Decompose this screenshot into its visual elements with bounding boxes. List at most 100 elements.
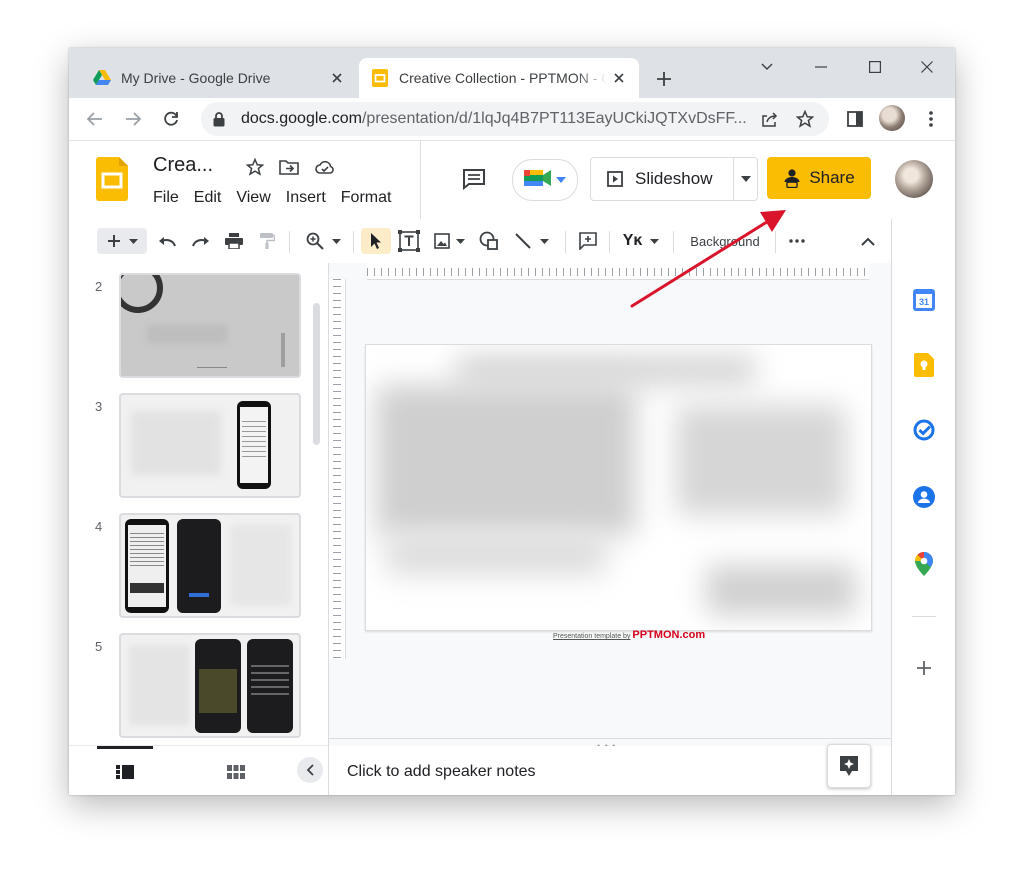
browser-profile-avatar[interactable] bbox=[879, 105, 905, 131]
move-to-folder-icon[interactable] bbox=[277, 155, 301, 179]
forward-button[interactable] bbox=[119, 105, 147, 133]
comments-icon[interactable] bbox=[459, 165, 489, 193]
side-panel-toggle-icon[interactable] bbox=[841, 105, 869, 133]
image-icon bbox=[433, 233, 450, 249]
browser-menu-icon[interactable] bbox=[917, 105, 945, 133]
back-button[interactable] bbox=[81, 105, 109, 133]
slide-canvas[interactable]: Presentation template by PPTMON.com bbox=[329, 263, 891, 738]
filmstrip-scrollbar[interactable] bbox=[313, 303, 320, 445]
menu-file[interactable]: File bbox=[147, 187, 185, 209]
slide-number: 5 bbox=[95, 639, 103, 654]
browser-window: My Drive - Google Drive Creative Collect… bbox=[69, 48, 955, 795]
new-tab-button[interactable] bbox=[649, 64, 679, 94]
google-keep-icon[interactable] bbox=[910, 351, 938, 379]
paint-format-icon[interactable] bbox=[255, 228, 279, 254]
toolbar-divider bbox=[609, 231, 610, 253]
toolbar-divider bbox=[289, 231, 290, 253]
chevron-left-icon bbox=[306, 764, 314, 776]
horizontal-ruler bbox=[367, 263, 869, 280]
close-window-button[interactable] bbox=[905, 54, 949, 80]
slide-footer-credit: Presentation template by PPTMON.com bbox=[553, 629, 705, 641]
speaker-notes[interactable]: Click to add speaker notes bbox=[329, 746, 891, 795]
share-person-lock-icon bbox=[783, 168, 801, 188]
zoom-button[interactable] bbox=[301, 228, 345, 254]
share-button[interactable]: Share bbox=[767, 157, 871, 199]
plus-icon bbox=[107, 235, 120, 247]
chevron-down-icon bbox=[740, 176, 751, 182]
more-options-icon[interactable] bbox=[785, 228, 809, 254]
account-avatar[interactable] bbox=[895, 160, 933, 198]
input-tools-button[interactable]: Yĸ bbox=[617, 228, 665, 254]
shape-icon[interactable] bbox=[476, 228, 502, 254]
add-comment-icon[interactable] bbox=[575, 228, 601, 254]
menu-format[interactable]: Format bbox=[335, 187, 398, 209]
google-contacts-icon[interactable] bbox=[910, 483, 938, 511]
maximize-button[interactable] bbox=[853, 54, 897, 80]
share-page-icon[interactable] bbox=[757, 107, 781, 131]
slideshow-options-dropdown[interactable] bbox=[734, 176, 757, 182]
tab-google-slides[interactable]: Creative Collection - PPTMON - Google Sl… bbox=[359, 58, 639, 98]
filmstrip-view-icon[interactable] bbox=[111, 758, 139, 786]
background-label: Background bbox=[690, 233, 760, 249]
menu-edit[interactable]: Edit bbox=[188, 187, 228, 209]
tab-search-button[interactable] bbox=[745, 54, 789, 80]
menu-insert[interactable]: Insert bbox=[280, 187, 332, 209]
vertical-ruler bbox=[329, 279, 346, 659]
slide-thumbnail[interactable] bbox=[119, 513, 301, 618]
new-slide-button[interactable] bbox=[97, 228, 147, 254]
footer-brand: PPTMON.com bbox=[632, 629, 706, 641]
tab-title: Creative Collection - PPTMON - Google Sl… bbox=[399, 70, 607, 86]
collapse-filmstrip-button[interactable] bbox=[297, 757, 323, 783]
toolbar-divider bbox=[673, 231, 674, 253]
tab-my-drive[interactable]: My Drive - Google Drive bbox=[81, 58, 357, 98]
reload-button[interactable] bbox=[157, 105, 185, 133]
bookmark-star-icon[interactable] bbox=[793, 107, 817, 131]
url-text: docs.google.com/presentation/d/1lqJq4B7P… bbox=[241, 110, 747, 127]
slide-number: 2 bbox=[95, 279, 103, 294]
redo-icon[interactable] bbox=[189, 228, 213, 254]
google-meet-icon bbox=[524, 167, 552, 194]
minimize-button[interactable] bbox=[799, 54, 843, 80]
slides-header: Crea... File Edit View Insert Format Sli… bbox=[69, 140, 955, 220]
slide-thumbnail[interactable] bbox=[119, 633, 301, 738]
print-icon[interactable] bbox=[222, 228, 246, 254]
document-title[interactable]: Crea... bbox=[153, 154, 213, 177]
slideshow-button[interactable]: Slideshow bbox=[591, 158, 734, 200]
close-icon[interactable] bbox=[607, 66, 631, 90]
select-cursor-icon[interactable] bbox=[361, 228, 391, 254]
background-button[interactable]: Background bbox=[681, 228, 769, 254]
cloud-saved-icon[interactable] bbox=[313, 155, 337, 179]
line-icon bbox=[514, 233, 531, 249]
close-icon[interactable] bbox=[325, 66, 349, 90]
slide-number: 4 bbox=[95, 519, 103, 534]
slide-thumbnail[interactable] bbox=[119, 273, 301, 378]
google-tasks-icon[interactable] bbox=[910, 416, 938, 444]
google-slides-logo-icon[interactable] bbox=[96, 157, 128, 201]
undo-icon[interactable] bbox=[155, 228, 179, 254]
current-slide[interactable] bbox=[365, 344, 872, 631]
insert-image-button[interactable] bbox=[429, 228, 469, 254]
line-tool-button[interactable] bbox=[509, 228, 553, 254]
slide-thumbnail[interactable] bbox=[119, 393, 301, 498]
grid-view-icon[interactable] bbox=[222, 758, 250, 786]
get-add-ons-plus-icon[interactable] bbox=[910, 654, 938, 682]
chevron-down-icon bbox=[128, 238, 138, 244]
explore-sparkle-button[interactable] bbox=[827, 744, 871, 788]
chevron-down-icon bbox=[455, 238, 465, 244]
star-icon[interactable] bbox=[243, 155, 267, 179]
speaker-notes-placeholder: Click to add speaker notes bbox=[347, 763, 536, 780]
slide-number: 3 bbox=[95, 399, 103, 414]
text-box-icon[interactable] bbox=[396, 228, 422, 254]
side-panel-divider bbox=[912, 616, 936, 617]
chevron-down-icon bbox=[539, 238, 549, 244]
chevron-up-icon[interactable] bbox=[855, 228, 881, 254]
google-maps-icon[interactable] bbox=[910, 550, 938, 578]
google-calendar-icon[interactable]: 31 bbox=[910, 286, 938, 314]
menu-view[interactable]: View bbox=[230, 187, 276, 209]
google-meet-button[interactable] bbox=[512, 159, 578, 201]
play-icon bbox=[607, 171, 623, 187]
svg-text:31: 31 bbox=[919, 297, 929, 307]
slideshow-label: Slideshow bbox=[635, 169, 713, 188]
omnibox[interactable]: docs.google.com/presentation/d/1lqJq4B7P… bbox=[201, 102, 829, 136]
footer-text: Presentation template by bbox=[553, 633, 631, 640]
